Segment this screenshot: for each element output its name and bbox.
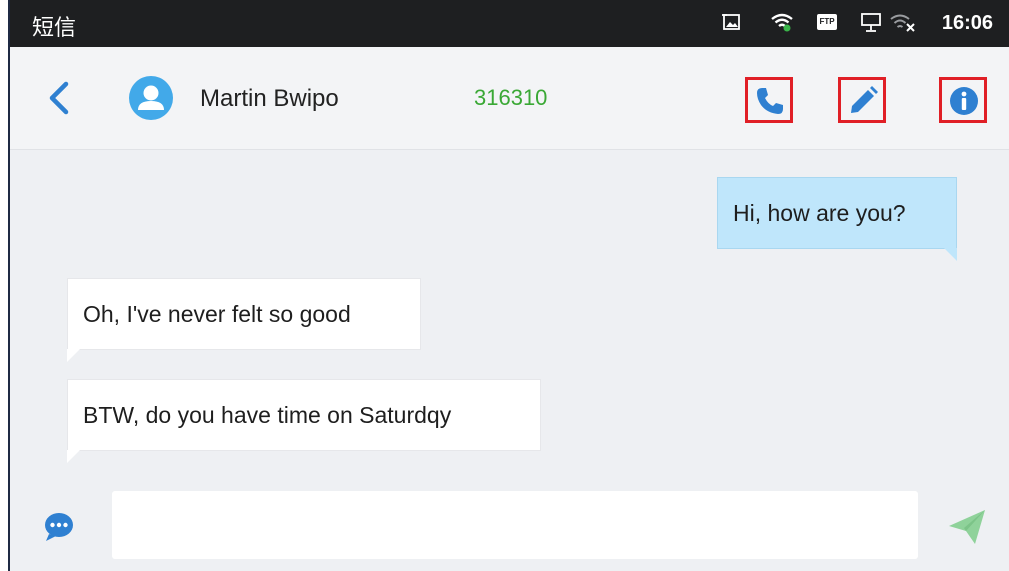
back-button[interactable]: [44, 80, 74, 116]
screenshot-icon: [722, 12, 742, 37]
edit-button[interactable]: [838, 77, 886, 123]
conversation-header: Martin Bwipo 316310: [10, 47, 1009, 150]
message-bubble-incoming[interactable]: BTW, do you have time on Saturdqy: [67, 379, 541, 463]
message-bubble-incoming[interactable]: Oh, I've never felt so good: [67, 278, 421, 362]
bubble-tail: [67, 450, 80, 463]
info-icon: [950, 87, 978, 115]
send-button[interactable]: [945, 504, 989, 548]
chat-bubble-icon: [45, 513, 73, 541]
info-button[interactable]: [939, 77, 987, 123]
left-edge: [0, 0, 10, 571]
message-input[interactable]: [112, 491, 918, 559]
message-text: BTW, do you have time on Saturdqy: [83, 401, 452, 428]
wifi-icon: [770, 12, 794, 37]
bubble-tail: [944, 248, 957, 261]
pencil-icon: [851, 86, 878, 113]
status-bar: 短信 FTP 16:06: [10, 0, 1009, 47]
message-text: Oh, I've never felt so good: [83, 300, 351, 327]
person-icon: [138, 85, 164, 110]
status-time: 16:06: [941, 12, 993, 34]
wifi-off-icon: [890, 12, 916, 39]
send-icon: [949, 510, 985, 544]
message-bubble-outgoing[interactable]: Hi, how are you?: [717, 177, 957, 261]
chevron-left-icon: [49, 81, 69, 115]
messaging-screen: 短信 FTP 16:06 Martin Bwipo 316310 Hi, how…: [10, 0, 1009, 571]
network-icon: [860, 12, 882, 39]
emoji-button[interactable]: [43, 512, 75, 542]
app-name: 短信: [32, 16, 77, 41]
ftp-icon: FTP: [817, 14, 837, 30]
phone-icon: [757, 88, 783, 114]
call-button[interactable]: [745, 77, 793, 123]
bubble-tail: [67, 349, 80, 362]
message-text: Hi, how are you?: [733, 199, 906, 226]
avatar[interactable]: [129, 76, 173, 120]
contact-number: 316310: [474, 85, 548, 110]
contact-name: Martin Bwipo: [200, 85, 339, 112]
